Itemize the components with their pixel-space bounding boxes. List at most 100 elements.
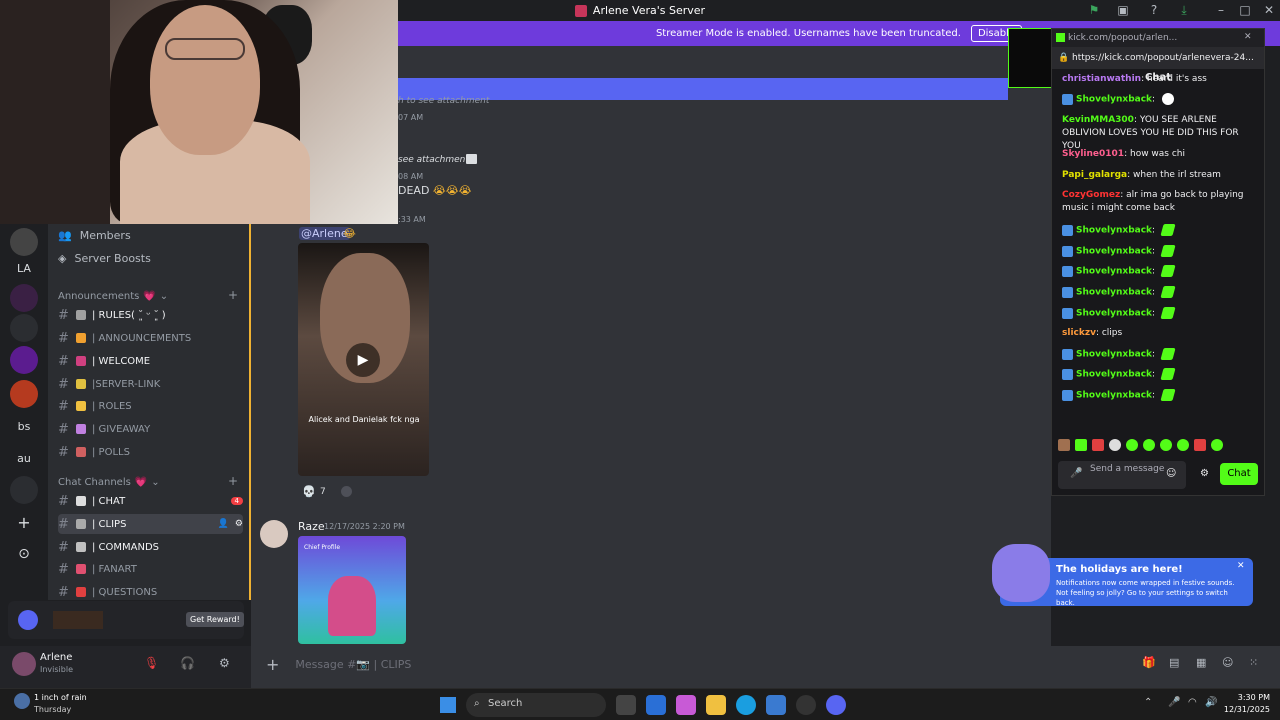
file-explorer-icon[interactable] bbox=[706, 695, 726, 715]
help-icon[interactable]: ? bbox=[1147, 3, 1161, 17]
chat-username[interactable]: Shovelynxback bbox=[1076, 226, 1152, 236]
channel-item[interactable]: # |SERVER-LINK bbox=[58, 374, 243, 394]
windows-start-icon[interactable] bbox=[440, 697, 456, 713]
skull-reaction-icon[interactable]: 💀 bbox=[302, 485, 316, 498]
channel-item[interactable]: # | ANNOUNCEMENTS bbox=[58, 328, 243, 348]
weather-text[interactable]: 1 inch of rain bbox=[34, 693, 87, 702]
popout-url[interactable]: https://kick.com/popout/arlenevera-24... bbox=[1052, 47, 1264, 69]
stream-preview[interactable] bbox=[1008, 28, 1052, 88]
chat-channel-item[interactable]: # | CLIPS 👤 ⚙ bbox=[58, 514, 243, 534]
mute-mic-icon[interactable]: 🎙 bbox=[144, 656, 159, 670]
avatar[interactable] bbox=[260, 520, 288, 548]
emote[interactable] bbox=[1143, 439, 1155, 451]
close-window-icon[interactable]: ✕ bbox=[1262, 3, 1276, 17]
chat-username[interactable]: Shovelynxback bbox=[1076, 391, 1152, 401]
server-initials[interactable]: bs bbox=[10, 412, 38, 440]
discord-icon[interactable] bbox=[826, 695, 846, 715]
obs-icon[interactable] bbox=[796, 695, 816, 715]
emote[interactable] bbox=[1075, 439, 1087, 451]
tray-chevron-icon[interactable]: ⌃ bbox=[1144, 697, 1152, 708]
channel-item[interactable]: # | ROLES bbox=[58, 396, 243, 416]
chat-username[interactable]: Shovelynxback bbox=[1076, 370, 1152, 380]
gift-icon[interactable]: 🎁 bbox=[1142, 656, 1156, 669]
category-announcements[interactable]: Announcements 💗 ⌄ bbox=[58, 288, 168, 304]
channel-item[interactable]: # | WELCOME bbox=[58, 351, 243, 371]
minimize-icon[interactable]: – bbox=[1214, 3, 1228, 17]
server-boosts-link[interactable]: ◈ Server Boosts bbox=[58, 248, 151, 268]
add-channel-icon[interactable]: + bbox=[228, 474, 238, 488]
chat-username[interactable]: Shovelynxback bbox=[1076, 350, 1152, 360]
chat-username[interactable]: Shovelynxback bbox=[1076, 288, 1152, 298]
mic-icon[interactable]: 🎤 bbox=[1070, 468, 1082, 479]
server-icon[interactable] bbox=[10, 228, 38, 256]
discover-icon[interactable]: ⊙ bbox=[10, 540, 38, 568]
video-attachment[interactable]: ▶ Alicek and Danielak fck nga bbox=[298, 243, 429, 476]
channel-item[interactable]: # | POLLS bbox=[58, 442, 243, 462]
gear-icon[interactable]: ⚙ bbox=[219, 656, 230, 670]
chat-username[interactable]: Shovelynxback bbox=[1076, 309, 1152, 319]
channel-item[interactable]: # | GIVEAWAY bbox=[58, 419, 243, 439]
clock-time[interactable]: 3:30 PM bbox=[1228, 693, 1270, 702]
chat-username[interactable]: CozyGomez bbox=[1062, 190, 1120, 200]
close-popout-icon[interactable]: ✕ bbox=[1244, 32, 1252, 42]
activity-icon[interactable]: ⚑ bbox=[1087, 3, 1101, 17]
outlook-icon[interactable] bbox=[766, 695, 786, 715]
clock-date[interactable]: 12/31/2025 bbox=[1220, 705, 1270, 714]
apps-icon[interactable]: ⁙ bbox=[1249, 656, 1258, 669]
emote[interactable] bbox=[1126, 439, 1138, 451]
add-channel-icon[interactable]: + bbox=[228, 288, 238, 302]
emote[interactable] bbox=[1160, 439, 1172, 451]
gif-icon[interactable]: ▤ bbox=[1169, 656, 1179, 669]
weather-icon[interactable] bbox=[14, 693, 30, 709]
username[interactable]: Arlene bbox=[40, 652, 72, 663]
category-chat-channels[interactable]: Chat Channels 💗 ⌄ bbox=[58, 474, 160, 490]
emote[interactable] bbox=[1177, 439, 1189, 451]
chat-username[interactable]: Shovelynxback bbox=[1076, 95, 1152, 105]
server-initials[interactable]: LA bbox=[10, 254, 38, 282]
get-reward-button[interactable]: Get Reward! bbox=[186, 612, 244, 627]
chat-username[interactable]: christianwathin bbox=[1062, 74, 1141, 84]
add-member-icon[interactable]: 👤 bbox=[218, 519, 229, 529]
sticker-icon[interactable]: ▦ bbox=[1196, 656, 1206, 669]
server-icon[interactable] bbox=[10, 284, 38, 312]
chat-username[interactable]: Shovelynxback bbox=[1076, 267, 1152, 277]
chat-channel-item[interactable]: # | COMMANDS bbox=[58, 537, 243, 557]
attachment-link-2[interactable]: see attachment bbox=[398, 155, 469, 165]
emote-bar[interactable] bbox=[1058, 439, 1258, 453]
close-toast-icon[interactable]: ✕ bbox=[1237, 561, 1245, 571]
maximize-icon[interactable]: □ bbox=[1238, 3, 1252, 17]
emoji-icon[interactable]: ☺ bbox=[1222, 656, 1233, 669]
inbox-icon[interactable]: ▣ bbox=[1116, 3, 1130, 17]
settings-gear-icon[interactable]: ⚙ bbox=[1200, 468, 1209, 479]
chat-channel-item[interactable]: # | FANART bbox=[58, 559, 243, 579]
headphones-icon[interactable]: 🎧 bbox=[180, 656, 195, 670]
add-server-icon[interactable]: + bbox=[10, 508, 38, 536]
wifi-icon[interactable]: ◠ bbox=[1188, 697, 1197, 708]
chat-username[interactable]: Skyline0101 bbox=[1062, 149, 1124, 159]
edge-icon[interactable] bbox=[736, 695, 756, 715]
store-icon[interactable] bbox=[646, 695, 666, 715]
emoji-picker-icon[interactable]: ☺ bbox=[1166, 468, 1176, 479]
chat-username[interactable]: slickzv bbox=[1062, 328, 1096, 338]
emote[interactable] bbox=[1109, 439, 1121, 451]
server-icon[interactable] bbox=[10, 346, 38, 374]
chat-send-button[interactable]: Chat bbox=[1220, 463, 1258, 485]
server-icon[interactable] bbox=[10, 314, 38, 342]
taskbar-search[interactable]: Search bbox=[466, 693, 606, 717]
channel-settings-icon[interactable]: ⚙ bbox=[235, 519, 243, 529]
members-link[interactable]: 👥 Members bbox=[58, 225, 131, 245]
add-reaction-icon[interactable] bbox=[341, 486, 352, 497]
chat-username[interactable]: KevinMMA300 bbox=[1062, 115, 1134, 125]
play-icon[interactable]: ▶ bbox=[346, 343, 380, 377]
chat-channel-item[interactable]: # | QUESTIONS bbox=[58, 582, 243, 602]
task-view-icon[interactable] bbox=[616, 695, 636, 715]
server-icon[interactable] bbox=[10, 380, 38, 408]
reward-banner[interactable]: Get Reward! bbox=[8, 601, 244, 639]
message-input[interactable]: + Message #📷 | CLIPS bbox=[258, 650, 1276, 678]
channel-item[interactable]: # | RULES( ˘͈ ᵕ ˘͈ ) bbox=[58, 305, 243, 325]
volume-icon[interactable]: 🔊 bbox=[1205, 697, 1217, 708]
emote[interactable] bbox=[1092, 439, 1104, 451]
emote[interactable] bbox=[1211, 439, 1223, 451]
emote[interactable] bbox=[1194, 439, 1206, 451]
mic-tray-icon[interactable]: 🎤 bbox=[1168, 697, 1180, 708]
